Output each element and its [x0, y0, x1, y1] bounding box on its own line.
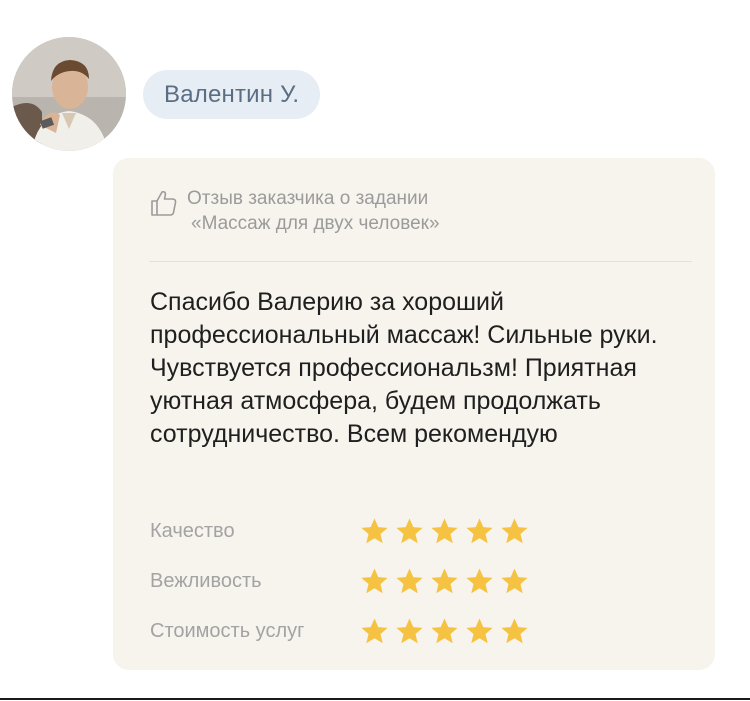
star-icon: [360, 517, 389, 546]
star-rating: [360, 517, 529, 546]
review-card: Отзыв заказчика о задании «Массаж для дв…: [113, 158, 715, 670]
rating-label: Качество: [150, 519, 235, 542]
star-icon: [430, 517, 459, 546]
star-icon: [500, 517, 529, 546]
rating-label: Вежливость: [150, 569, 262, 592]
star-icon: [500, 617, 529, 646]
avatar[interactable]: [12, 37, 126, 151]
thumbs-up-icon: [149, 188, 179, 218]
star-icon: [395, 567, 424, 596]
user-name-chip[interactable]: Валентин У.: [143, 70, 321, 119]
star-icon: [430, 567, 459, 596]
review-task-title: «Массаж для двух человек»: [191, 213, 440, 234]
star-rating: [360, 617, 529, 646]
divider: [149, 261, 692, 262]
user-name: Валентин У.: [164, 80, 300, 108]
star-icon: [395, 517, 424, 546]
review-header-line1: Отзыв заказчика о задании: [187, 188, 429, 209]
ratings-list: Качество Вежливость Стоимость услуг: [150, 506, 690, 656]
rating-row-politeness: Вежливость: [150, 556, 690, 606]
rating-label: Стоимость услуг: [150, 619, 305, 642]
star-icon: [360, 567, 389, 596]
review-screen: Валентин У. Отзыв заказчика о задании «М…: [0, 0, 750, 701]
review-header-text: Отзыв заказчика о задании «Массаж для дв…: [187, 186, 440, 236]
star-icon: [465, 567, 494, 596]
review-text: Спасибо Валерию за хороший профессиональ…: [150, 288, 658, 448]
star-rating: [360, 567, 529, 596]
star-icon: [465, 517, 494, 546]
review-header: Отзыв заказчика о задании «Массаж для дв…: [149, 186, 699, 236]
star-icon: [395, 617, 424, 646]
star-icon: [465, 617, 494, 646]
rating-row-quality: Качество: [150, 506, 690, 556]
star-icon: [360, 617, 389, 646]
star-icon: [430, 617, 459, 646]
bottom-divider: [0, 698, 750, 700]
rating-row-price: Стоимость услуг: [150, 606, 690, 656]
star-icon: [500, 567, 529, 596]
avatar-photo: [12, 37, 126, 151]
